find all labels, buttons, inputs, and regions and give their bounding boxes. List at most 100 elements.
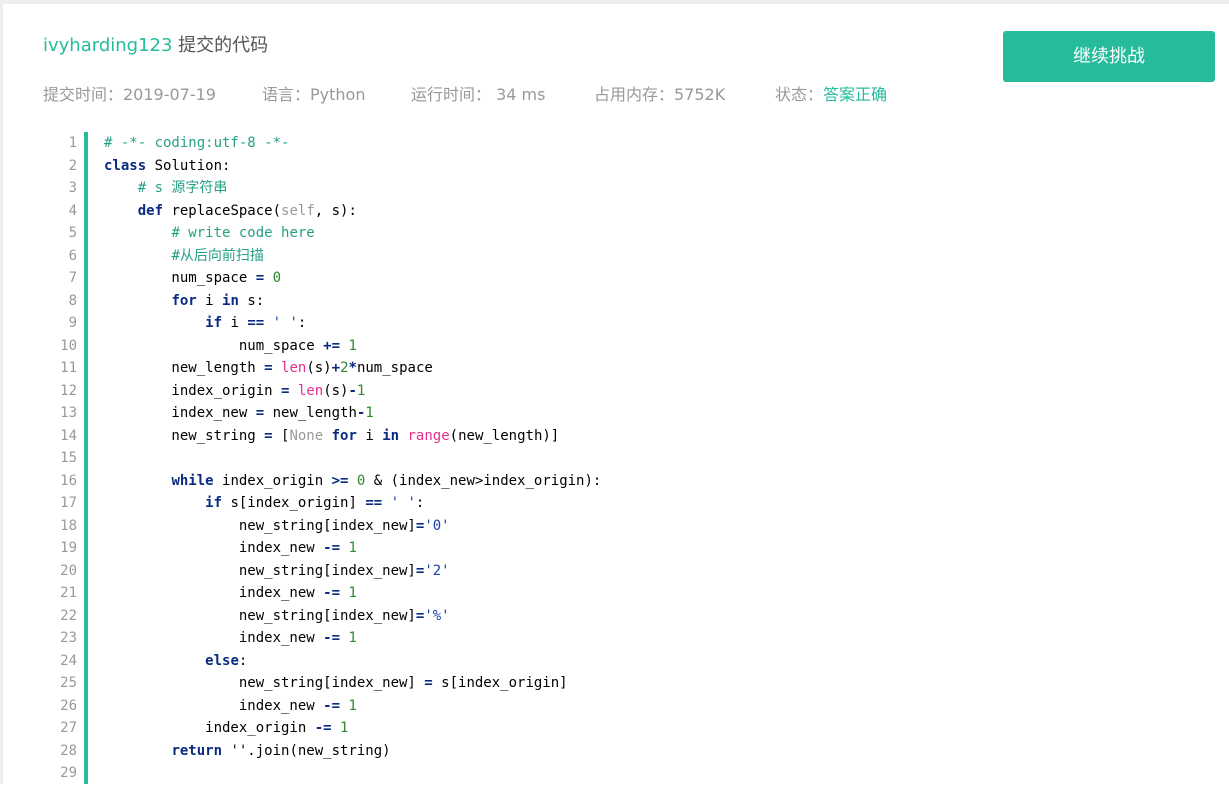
code-text: index_new -= 1 [104, 582, 357, 605]
code-token: += [323, 337, 341, 354]
code-token: # write code here [171, 225, 315, 241]
code-line: 23 index_new -= 1 [0, 627, 1229, 650]
line-number: 7 [68, 270, 77, 286]
code-token: = [264, 427, 273, 444]
code-token: None [289, 427, 324, 444]
code-token: 1 [348, 585, 357, 601]
code-token: 2 [340, 360, 349, 376]
code-token: Solution: [146, 157, 231, 174]
code-token: num_space [104, 337, 324, 354]
code-text: #从后向前扫描 [104, 245, 264, 268]
line-number: 2 [68, 157, 77, 174]
code-token: num_space [356, 360, 433, 376]
code-token: i [356, 427, 383, 444]
code-line: 26 index_new -= 1 [0, 695, 1229, 718]
line-number: 17 [60, 495, 77, 511]
code-token: (new_length)] [449, 427, 560, 444]
code-token: if [205, 315, 223, 331]
top-border [0, 0, 1229, 4]
code-token: [ [272, 427, 290, 444]
code-token: == [247, 315, 265, 331]
line-number: 19 [60, 540, 77, 556]
line-number: 15 [60, 450, 77, 466]
title-suffix: 提交的代码 [172, 35, 269, 56]
code-text: new_string[index_new]='0' [104, 515, 450, 538]
line-number: 29 [60, 765, 77, 781]
code-token: : [297, 315, 307, 331]
code-token: 1 [348, 337, 357, 354]
code-token: -= [323, 540, 341, 556]
code-token: '%' [424, 607, 450, 624]
code-text: for i in s: [104, 290, 264, 313]
code-token: i [196, 292, 223, 309]
code-line: 29 [0, 762, 1229, 785]
code-token: new_string[index_new] [104, 517, 416, 534]
line-number: 3 [68, 180, 77, 196]
code-token: '0' [424, 517, 450, 534]
code-token: 1 [348, 540, 357, 556]
code-text: num_space = 0 [104, 267, 281, 290]
code-text: # write code here [104, 222, 315, 245]
submit-time: 提交时间：2019-07-19 [43, 85, 216, 104]
code-token: s[index_origin] [222, 495, 366, 511]
code-token: if [205, 495, 223, 511]
code-token: else [205, 652, 239, 669]
code-token: new_string[index_new] [104, 607, 416, 624]
code-token: #从后向前扫描 [171, 247, 264, 264]
code-text: index_new -= 1 [104, 695, 357, 718]
code-line: 17 if s[index_origin] == ' ': [0, 492, 1229, 515]
line-number: 8 [68, 292, 77, 309]
code-text: class Solution: [104, 155, 230, 178]
line-number: 28 [60, 742, 77, 759]
code-line: 5 # write code here [0, 222, 1229, 245]
code-line: 13 index_new = new_length-1 [0, 402, 1229, 425]
code-token: s[index_origin] [432, 675, 568, 691]
code-line: 11 new_length = len(s)+2*num_space [0, 357, 1229, 380]
line-number: 1 [68, 135, 77, 151]
code-token: num_space [104, 270, 256, 286]
code-token: (s) [306, 360, 332, 376]
memory-usage: 占用内存：5752K [594, 85, 726, 104]
code-token: -= [314, 720, 332, 736]
code-token: new_string[index_new] [104, 675, 425, 691]
code-token: range [407, 427, 450, 444]
code-text: new_string = [None for i in range(new_le… [104, 425, 559, 448]
username-link[interactable]: ivyharding123 [43, 35, 172, 56]
code-token: new_length [104, 360, 265, 376]
code-token: index_new [104, 540, 324, 556]
code-line: 28 return ''.join(new_string) [0, 740, 1229, 763]
code-line: 9 if i == ' ': [0, 312, 1229, 335]
line-number: 14 [60, 427, 77, 444]
code-text: else: [104, 650, 247, 673]
code-line: 10 num_space += 1 [0, 335, 1229, 358]
line-number: 24 [60, 652, 77, 669]
code-token: # s 源字符串 [137, 180, 228, 196]
code-token: >= [331, 472, 349, 489]
code-line: 8 for i in s: [0, 290, 1229, 313]
code-line: 19 index_new -= 1 [0, 537, 1229, 560]
page-title: ivyharding123 提交的代码 [43, 34, 268, 58]
code-token: for [171, 292, 197, 309]
continue-challenge-button[interactable]: 继续挑战 [1003, 31, 1215, 82]
code-token: def [137, 202, 164, 219]
code-text: return ''.join(new_string) [104, 740, 390, 763]
line-number: 12 [60, 382, 77, 399]
code-line: 24 else: [0, 650, 1229, 673]
code-text: num_space += 1 [104, 335, 357, 358]
code-line: 25 new_string[index_new] = s[index_origi… [0, 672, 1229, 695]
code-token: 1 [356, 382, 366, 399]
code-text: new_string[index_new] = s[index_origin] [104, 672, 568, 695]
line-number: 21 [60, 585, 77, 601]
code-token: '2' [424, 562, 450, 579]
code-token: in [222, 292, 239, 309]
code-text: # s 源字符串 [104, 177, 228, 200]
code-token: = [255, 405, 265, 421]
code-token: = [255, 270, 265, 286]
line-number: 6 [68, 247, 77, 264]
code-line: 14 new_string = [None for i in range(new… [0, 425, 1229, 448]
